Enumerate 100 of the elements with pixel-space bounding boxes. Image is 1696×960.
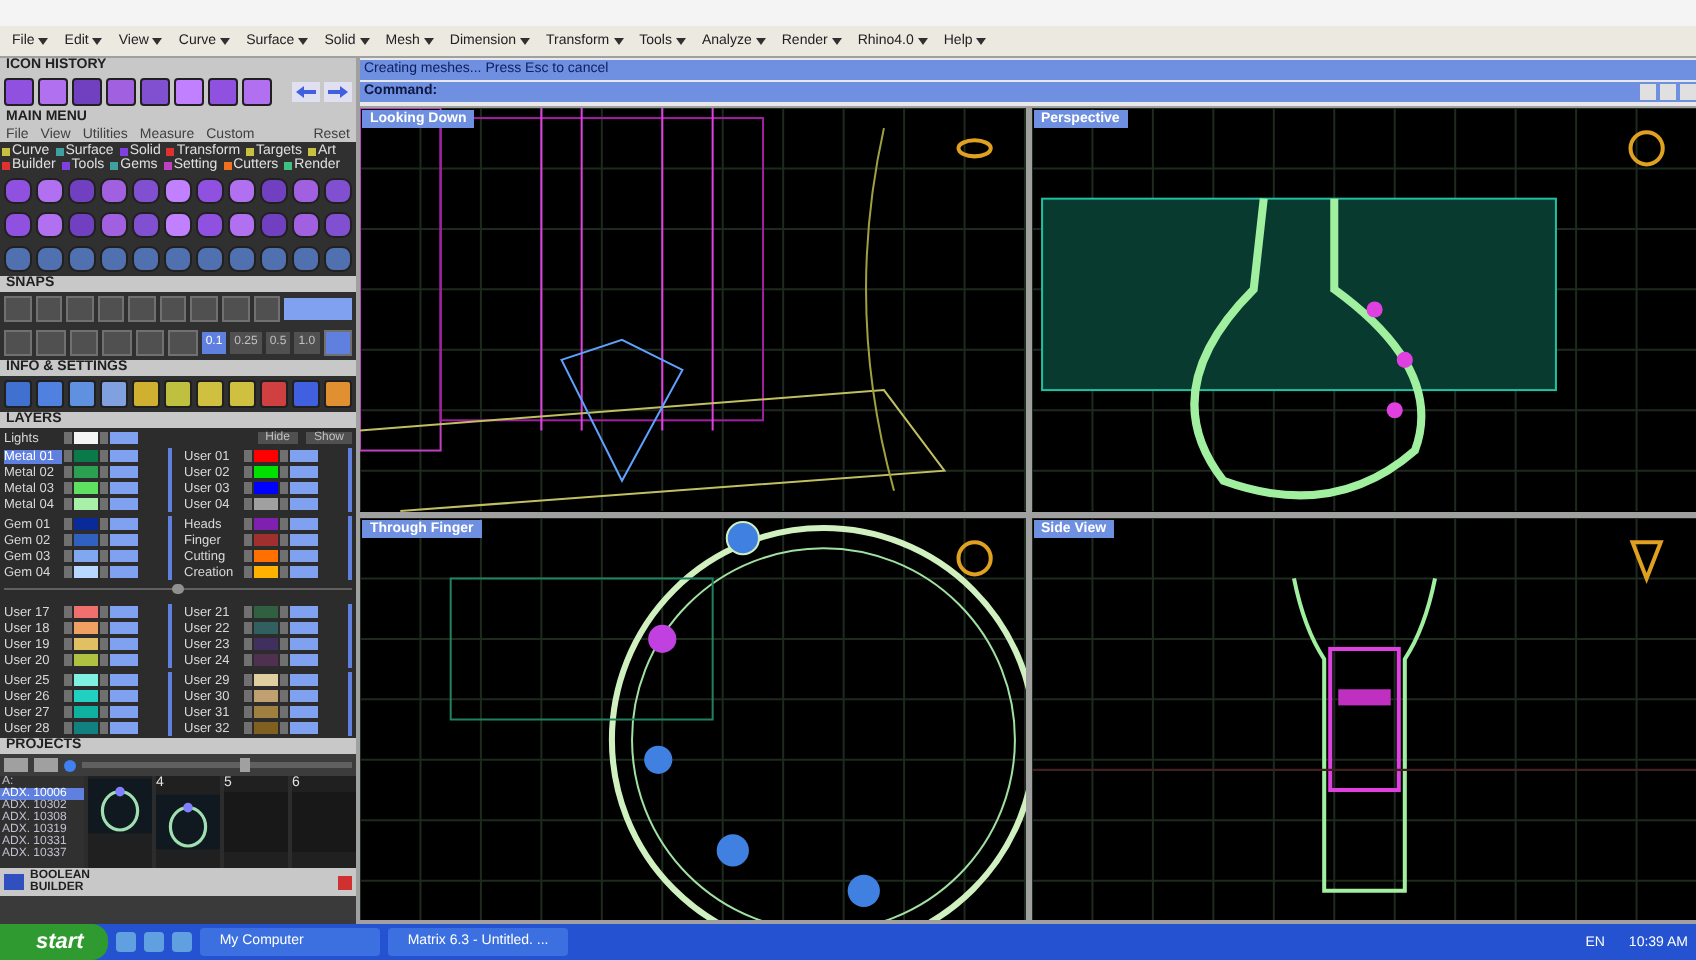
layer-options-button[interactable] [290,606,318,618]
layer-options-button[interactable] [290,482,318,494]
tool-icon[interactable] [164,178,192,204]
layer-options-button[interactable] [290,466,318,478]
caret-icon[interactable] [613,37,624,45]
layer-options-button[interactable] [290,550,318,562]
layer-color-swatch[interactable] [74,432,98,444]
caret-icon[interactable] [423,37,434,45]
layer-color-swatch[interactable] [254,534,278,546]
caret-icon[interactable] [917,37,928,45]
tool-icon[interactable] [242,78,272,106]
layer-options-button[interactable] [110,450,138,462]
layer-color-swatch[interactable] [254,674,278,686]
layer-options-button[interactable] [110,466,138,478]
layer-color-swatch[interactable] [254,722,278,734]
close-icon[interactable] [338,875,352,889]
quick-launch-icon[interactable] [115,932,136,952]
tool-icon[interactable] [164,380,192,408]
snap-icon[interactable] [66,296,94,322]
zoom-slider[interactable] [82,758,352,772]
layer-color-swatch[interactable] [254,498,278,510]
layer-options-button[interactable] [290,566,318,578]
snap-icon[interactable] [97,296,125,322]
caret-icon[interactable] [831,37,842,45]
tool-icon[interactable] [100,178,128,204]
snap-icon[interactable] [168,330,198,356]
snap-icon[interactable] [69,330,99,356]
caret-icon[interactable] [755,37,766,45]
layer-options-button[interactable] [290,498,318,510]
layer-options-button[interactable] [290,706,318,718]
caret-icon[interactable] [220,37,231,45]
layer-color-swatch[interactable] [74,498,98,510]
layer-options-button[interactable] [110,482,138,494]
layer-color-swatch[interactable] [74,550,98,562]
caret-icon[interactable] [38,37,49,45]
layer-color-swatch[interactable] [254,622,278,634]
snap-icon[interactable] [135,330,165,356]
layer-options-button[interactable] [290,450,318,462]
tool-icon[interactable] [36,380,64,408]
tool-icon[interactable] [132,380,160,408]
layer-options-button[interactable] [110,550,138,562]
layer-color-swatch[interactable] [254,606,278,618]
snap-icon[interactable] [4,296,32,322]
snap-icon[interactable] [190,296,219,322]
start-button[interactable]: start [0,924,108,960]
layer-color-swatch[interactable] [254,450,278,462]
layer-options-button[interactable] [290,518,318,530]
layer-options-button[interactable] [110,690,138,702]
layer-options-button[interactable] [110,622,138,634]
layer-color-swatch[interactable] [254,550,278,562]
layer-color-swatch[interactable] [254,638,278,650]
tool-icon[interactable] [228,380,256,408]
layer-options-button[interactable] [110,722,138,734]
layer-color-swatch[interactable] [74,638,98,650]
caret-icon[interactable] [298,37,309,45]
quick-launch-icon[interactable] [143,932,164,952]
caret-icon[interactable] [92,37,103,45]
layer-color-swatch[interactable] [74,534,98,546]
snap-icon[interactable] [36,330,66,356]
layer-color-swatch[interactable] [74,690,98,702]
tool-icon[interactable] [106,78,136,106]
layer-options-button[interactable] [110,432,138,444]
caret-icon[interactable] [152,37,163,45]
layer-color-swatch[interactable] [254,518,278,530]
tool-icon[interactable] [324,380,352,408]
collapse-icon[interactable] [172,584,184,594]
layer-color-swatch[interactable] [74,606,98,618]
layer-options-button[interactable] [110,518,138,530]
layer-color-swatch[interactable] [74,566,98,578]
tool-icon[interactable] [100,380,128,408]
layer-color-swatch[interactable] [74,722,98,734]
layer-color-swatch[interactable] [254,690,278,702]
caret-icon[interactable] [675,37,686,45]
layer-options-button[interactable] [290,690,318,702]
layer-options-button[interactable] [290,622,318,634]
tool-icon[interactable] [292,212,320,238]
layer-options-button[interactable] [110,638,138,650]
layer-options-button[interactable] [290,722,318,734]
snap-icon[interactable] [35,296,63,322]
snap-icon[interactable] [222,296,250,322]
tool-icon[interactable] [292,178,320,204]
snap-icon[interactable] [128,296,156,322]
tool-icon[interactable] [36,178,64,204]
quick-launch-icon[interactable] [171,932,192,952]
snap-icon[interactable] [4,330,33,356]
layer-color-swatch[interactable] [254,466,278,478]
layer-color-swatch[interactable] [254,706,278,718]
forward-arrow-icon[interactable] [324,82,352,102]
tool-icon[interactable] [196,380,224,408]
layer-color-swatch[interactable] [254,566,278,578]
layer-color-swatch[interactable] [74,466,98,478]
snap-icon[interactable] [102,330,132,356]
layer-color-swatch[interactable] [74,622,98,634]
layer-color-swatch[interactable] [74,674,98,686]
tool-icon[interactable] [228,212,256,238]
snap-toggle[interactable] [284,298,353,320]
caret-icon[interactable] [359,37,370,45]
tool-icon[interactable] [100,212,128,238]
layer-color-swatch[interactable] [74,482,98,494]
caret-icon[interactable] [976,37,987,45]
